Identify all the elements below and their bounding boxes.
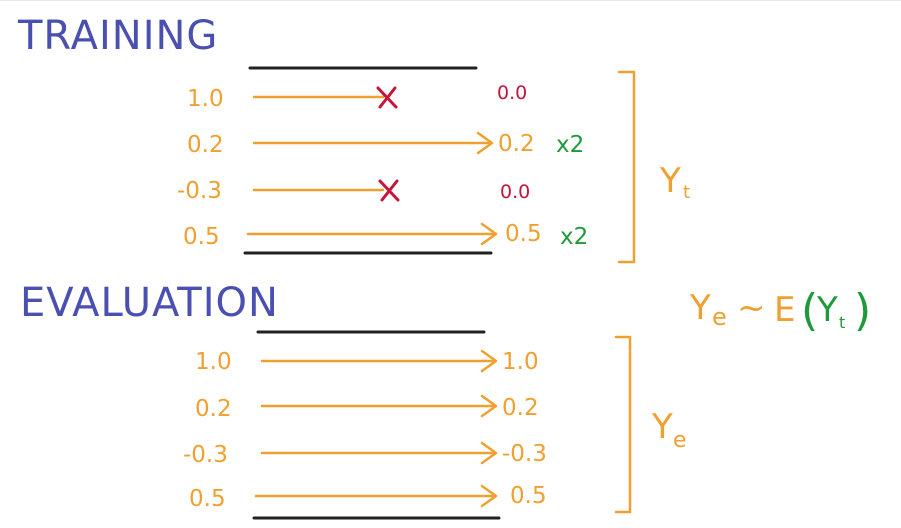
training-mult-2: x2 bbox=[556, 132, 584, 158]
evaluation-input-2: 0.2 bbox=[195, 396, 232, 422]
formula-tilde: ~ bbox=[737, 288, 766, 328]
formula-lhs: Y bbox=[689, 288, 711, 328]
formula-inner-sub: t bbox=[839, 313, 845, 332]
training-input-3: -0.3 bbox=[177, 178, 222, 204]
formula: Y e ~ E ( Y t ) bbox=[689, 285, 871, 336]
evaluation-title: EVALUATION bbox=[20, 280, 279, 326]
arrow-right-icon bbox=[246, 222, 498, 246]
dropout-diagram: TRAINING 1.0 0.0 0.2 0.2 x2 -0.3 0.0 0.5 bbox=[0, 0, 901, 528]
training-output-2: 0.2 bbox=[498, 131, 535, 157]
training-input-4: 0.5 bbox=[183, 224, 220, 250]
formula-open-paren: ( bbox=[801, 285, 818, 336]
evaluation-input-4: 0.5 bbox=[189, 486, 226, 512]
evaluation-output-4: 0.5 bbox=[510, 483, 547, 509]
formula-lhs-sub: e bbox=[712, 303, 727, 331]
evaluation-input-1: 1.0 bbox=[195, 349, 232, 375]
evaluation-output-1: 1.0 bbox=[502, 349, 539, 375]
arrow-right-icon bbox=[260, 441, 498, 465]
training-input-2: 0.2 bbox=[187, 132, 224, 158]
arrow-right-icon bbox=[260, 394, 498, 418]
evaluation-input-3: -0.3 bbox=[183, 442, 228, 468]
formula-expectation: E bbox=[774, 290, 795, 330]
evaluation-bracket-label: Y bbox=[651, 407, 673, 447]
training-mult-4: x2 bbox=[560, 224, 588, 250]
diagram-svg: TRAINING 1.0 0.0 0.2 0.2 x2 -0.3 0.0 0.5 bbox=[17, 13, 871, 520]
evaluation-bracket-sub: e bbox=[673, 428, 687, 453]
arrow-right-icon bbox=[252, 131, 494, 155]
training-input-1: 1.0 bbox=[187, 86, 224, 112]
training-bracket-sub: t bbox=[683, 182, 690, 203]
evaluation-output-3: -0.3 bbox=[502, 441, 547, 467]
right-bracket-icon bbox=[617, 70, 636, 264]
arrow-right-icon bbox=[254, 484, 498, 508]
arrow-right-icon bbox=[260, 349, 498, 373]
training-output-3: 0.0 bbox=[500, 181, 530, 203]
evaluation-output-2: 0.2 bbox=[502, 395, 539, 421]
formula-close-paren: ) bbox=[854, 285, 871, 336]
formula-inner: Y bbox=[816, 290, 838, 330]
training-output-1: 0.0 bbox=[497, 82, 527, 104]
training-output-4: 0.5 bbox=[505, 221, 542, 247]
training-title: TRAINING bbox=[17, 13, 218, 59]
right-bracket-icon bbox=[614, 335, 632, 514]
training-bracket-label: Y bbox=[659, 161, 681, 201]
